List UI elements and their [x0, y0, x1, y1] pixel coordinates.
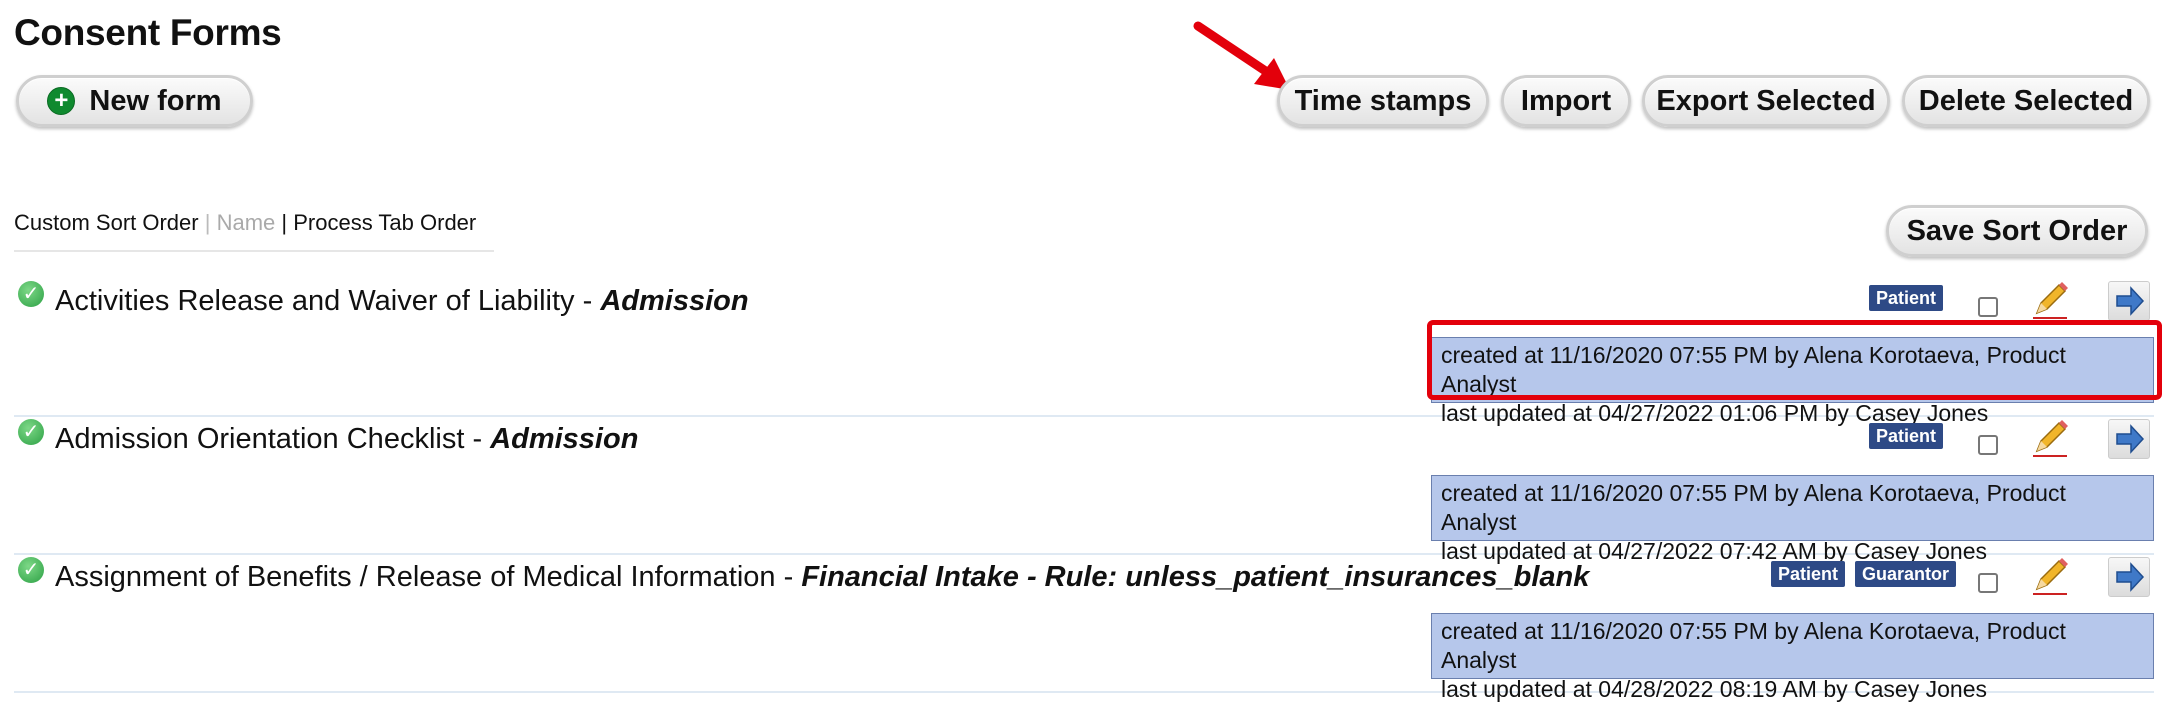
- form-tab: Admission: [600, 285, 749, 317]
- open-form-icon[interactable]: [2108, 281, 2150, 321]
- time-stamps-button[interactable]: Time stamps: [1277, 75, 1489, 127]
- form-row: ✓ Assignment of Benefits / Release of Me…: [14, 553, 2154, 702]
- updated-at-text: last updated at 04/28/2022 08:19 AM by C…: [1441, 676, 1987, 702]
- badge-patient: Patient: [1869, 285, 1944, 311]
- check-circle-icon: ✓: [18, 419, 44, 445]
- form-title-separator: -: [574, 285, 601, 317]
- form-tab: Financial Intake - Rule: unless_patient_…: [801, 561, 1590, 593]
- select-checkbox[interactable]: [1978, 573, 1998, 593]
- open-form-icon[interactable]: [2108, 419, 2150, 459]
- form-row: ✓ Admission Orientation Checklist - Admi…: [14, 415, 2154, 564]
- check-circle-icon: ✓: [18, 281, 44, 307]
- badge-patient: Patient: [1869, 423, 1944, 449]
- save-sort-order-button[interactable]: Save Sort Order: [1886, 205, 2148, 257]
- select-checkbox[interactable]: [1978, 435, 1998, 455]
- select-checkbox[interactable]: [1978, 297, 1998, 317]
- form-name: Activities Release and Waiver of Liabili…: [55, 285, 575, 317]
- form-name: Assignment of Benefits / Release of Medi…: [55, 561, 776, 593]
- form-title-separator: -: [464, 423, 491, 455]
- timestamp-box: created at 11/16/2020 07:55 PM by Alena …: [1431, 613, 2154, 702]
- sort-separator: |: [204, 210, 211, 235]
- import-button[interactable]: Import: [1501, 75, 1631, 127]
- sort-custom-link[interactable]: Custom Sort Order: [14, 210, 199, 235]
- timestamp-highlight-annotation: [1427, 320, 2162, 400]
- sort-process-tab-link[interactable]: Process Tab Order: [293, 210, 476, 235]
- timestamp-box: created at 11/16/2020 07:55 PM by Alena …: [1431, 475, 2154, 564]
- badge-guarantor: Guarantor: [1855, 561, 1957, 587]
- sort-options: Custom Sort Order | Name | Process Tab O…: [14, 210, 494, 252]
- form-title[interactable]: Admission Orientation Checklist - Admiss…: [55, 423, 638, 456]
- form-title[interactable]: Activities Release and Waiver of Liabili…: [55, 285, 749, 318]
- created-at-text: created at 11/16/2020 07:55 PM by Alena …: [1441, 618, 2066, 673]
- form-name: Admission Orientation Checklist: [55, 423, 465, 455]
- sort-separator: |: [281, 210, 288, 235]
- form-tab: Admission: [490, 423, 639, 455]
- new-form-label: New form: [89, 84, 222, 117]
- form-title[interactable]: Assignment of Benefits / Release of Medi…: [55, 561, 1589, 594]
- delete-selected-button[interactable]: Delete Selected: [1902, 75, 2150, 127]
- new-form-button[interactable]: + New form: [16, 75, 253, 127]
- plus-circle-icon: +: [47, 87, 76, 115]
- edit-pencil-icon[interactable]: [2029, 279, 2071, 321]
- edit-pencil-icon[interactable]: [2029, 417, 2071, 459]
- sort-name-link[interactable]: Name: [217, 210, 276, 235]
- created-at-text: created at 11/16/2020 07:55 PM by Alena …: [1441, 480, 2066, 535]
- export-selected-button[interactable]: Export Selected: [1642, 75, 1890, 127]
- edit-pencil-icon[interactable]: [2029, 555, 2071, 597]
- page-title: Consent Forms: [14, 12, 282, 53]
- check-circle-icon: ✓: [18, 557, 44, 583]
- badge-patient: Patient: [1771, 561, 1846, 587]
- open-form-icon[interactable]: [2108, 557, 2150, 597]
- form-title-separator: -: [775, 561, 802, 593]
